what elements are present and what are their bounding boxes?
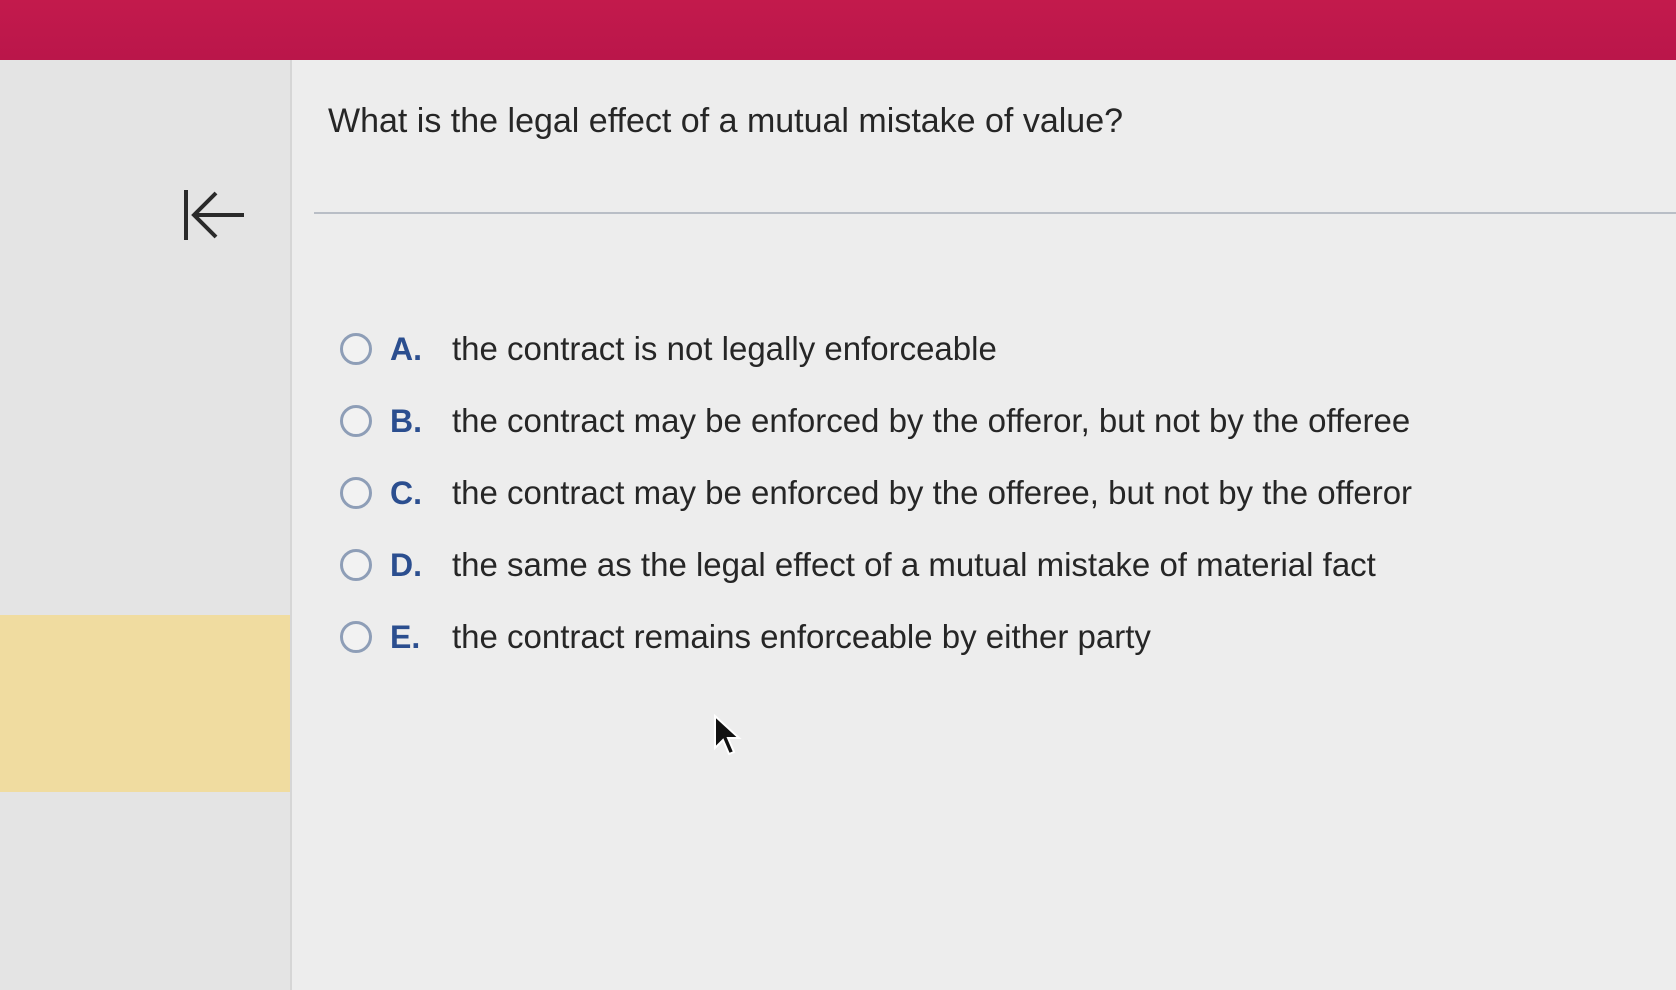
option-text: the same as the legal effect of a mutual… xyxy=(452,546,1376,583)
radio-button-d[interactable] xyxy=(340,549,372,581)
question-divider xyxy=(314,212,1676,214)
option-e[interactable]: E. the contract remains enforceable by e… xyxy=(340,618,1412,656)
question-panel: What is the legal effect of a mutual mis… xyxy=(292,60,1676,990)
radio-button-a[interactable] xyxy=(340,333,372,365)
option-b[interactable]: B. the contract may be enforced by the o… xyxy=(340,402,1412,440)
option-letter: C. xyxy=(390,474,422,511)
option-letter: B. xyxy=(390,402,422,439)
option-letter: E. xyxy=(390,618,421,655)
option-text: the contract may be enforced by the offe… xyxy=(452,402,1411,439)
collapse-left-arrow-icon xyxy=(184,190,244,240)
option-text: the contract is not legally enforceable xyxy=(452,330,997,367)
radio-button-c[interactable] xyxy=(340,477,372,509)
option-text: the contract may be enforced by the offe… xyxy=(452,474,1413,511)
left-sidebar xyxy=(0,60,292,990)
sidebar-highlighted-section xyxy=(0,615,290,792)
radio-button-e[interactable] xyxy=(340,621,372,653)
option-c[interactable]: C. the contract may be enforced by the o… xyxy=(340,474,1412,512)
option-letter: D. xyxy=(390,546,422,583)
option-a[interactable]: A. the contract is not legally enforceab… xyxy=(340,330,1412,368)
option-text: the contract remains enforceable by eith… xyxy=(452,618,1151,655)
question-text: What is the legal effect of a mutual mis… xyxy=(328,102,1124,140)
radio-button-b[interactable] xyxy=(340,405,372,437)
option-letter: A. xyxy=(390,330,422,367)
answer-options: A. the contract is not legally enforceab… xyxy=(340,330,1412,690)
option-d[interactable]: D. the same as the legal effect of a mut… xyxy=(340,546,1412,584)
mouse-pointer-icon xyxy=(714,714,742,756)
collapse-sidebar-button[interactable] xyxy=(180,180,250,250)
